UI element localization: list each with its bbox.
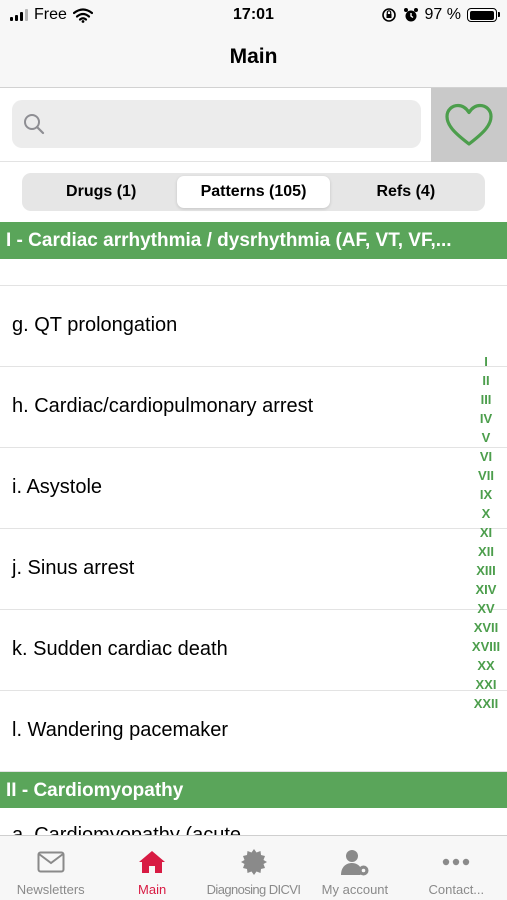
index-letter[interactable]: III	[481, 390, 492, 409]
tab-bar: Newsletters Main Diagnosing DICVI My acc…	[0, 835, 507, 900]
index-letter[interactable]: X	[482, 504, 491, 523]
index-letter[interactable]: XX	[477, 656, 494, 675]
tab-label: My account	[321, 882, 389, 897]
navigation-bar: Main	[0, 30, 507, 88]
search-row	[0, 88, 507, 162]
index-letter[interactable]: XV	[477, 599, 494, 618]
section-index[interactable]: I II III IV V VI VII IX X XI XII XIII XIV XV XVII XVIII…	[466, 352, 506, 713]
favorites-button[interactable]	[431, 88, 507, 162]
home-icon	[139, 851, 166, 873]
status-bar: Free 17:01 97 %	[0, 0, 507, 30]
list-item-label: a. Cardiomyopathy (acute...	[12, 824, 258, 835]
segment-bar: Drugs (1) Patterns (105) Refs (4)	[0, 162, 507, 222]
page-title: Main	[229, 45, 278, 68]
search-input[interactable]	[56, 100, 416, 148]
list-item-label: l. Wandering pacemaker	[12, 719, 229, 741]
user-settings-icon	[340, 850, 369, 876]
list-item-sinus-arrest[interactable]: j. Sinus arrest	[0, 529, 507, 610]
more-dots-icon	[443, 858, 470, 866]
list-item-partial[interactable]: a. Cardiomyopathy (acute...	[0, 808, 507, 835]
index-letter[interactable]: V	[482, 428, 491, 447]
segment-refs[interactable]: Refs (4)	[330, 176, 482, 208]
list-item-label: j. Sinus arrest	[12, 557, 135, 579]
search-box[interactable]	[12, 100, 421, 148]
tab-newsletters[interactable]: Newsletters	[0, 836, 101, 900]
heart-icon	[445, 103, 493, 146]
status-bar-right: 97 %	[381, 6, 500, 24]
battery-percent: 97 %	[424, 6, 461, 23]
battery-icon	[467, 8, 500, 22]
list-item-label: i. Asystole	[12, 476, 103, 498]
envelope-icon	[37, 851, 65, 873]
index-letter[interactable]: XIV	[476, 580, 497, 599]
index-letter[interactable]: XXI	[476, 675, 497, 694]
index-letter[interactable]: XVII	[474, 618, 499, 637]
index-letter[interactable]: VII	[478, 466, 494, 485]
tab-diagnosing-dicvi[interactable]: Diagnosing DICVI	[203, 836, 304, 900]
list-item-label: g. QT prolongation	[12, 314, 178, 336]
list-row-partial-top	[0, 259, 507, 286]
index-letter[interactable]: XXII	[474, 694, 499, 713]
tab-label: Newsletters	[16, 882, 85, 897]
index-letter[interactable]: II	[482, 371, 489, 390]
index-letter[interactable]: IV	[480, 409, 492, 428]
list-item-qt-prolongation[interactable]: g. QT prolongation	[0, 286, 507, 367]
section-header-cardiac-arrhythmia[interactable]: I - Cardiac arrhythmia / dysrhythmia (AF…	[0, 222, 507, 259]
index-letter[interactable]: I	[484, 352, 488, 371]
segmented-control: Drugs (1) Patterns (105) Refs (4)	[22, 173, 485, 211]
tab-label: Main	[138, 882, 167, 897]
tab-contact[interactable]: Contact...	[406, 836, 507, 900]
rotation-lock-icon	[381, 8, 396, 22]
badge-icon	[240, 849, 267, 875]
index-letter[interactable]: XIII	[476, 561, 496, 580]
list-item-cardiac-arrest[interactable]: h. Cardiac/cardiopulmonary arrest	[0, 367, 507, 448]
tab-my-account[interactable]: My account	[304, 836, 405, 900]
index-letter[interactable]: XI	[480, 523, 492, 542]
alarm-icon	[403, 8, 418, 22]
tab-label: Contact...	[428, 882, 485, 897]
search-icon	[24, 114, 45, 135]
tab-label: Diagnosing DICVI	[206, 882, 301, 897]
index-letter[interactable]: VI	[480, 447, 492, 466]
index-letter[interactable]: IX	[480, 485, 492, 504]
list-item-label: k. Sudden cardiac death	[12, 638, 228, 660]
list-item-wandering-pacemaker[interactable]: l. Wandering pacemaker	[0, 691, 507, 772]
segment-patterns[interactable]: Patterns (105)	[177, 176, 330, 208]
section-header-cardiomyopathy[interactable]: II - Cardiomyopathy	[0, 772, 507, 809]
list-item-sudden-cardiac-death[interactable]: k. Sudden cardiac death	[0, 610, 507, 691]
tab-main[interactable]: Main	[101, 836, 202, 900]
index-letter[interactable]: XII	[478, 542, 494, 561]
list-item-asystole[interactable]: i. Asystole	[0, 448, 507, 529]
index-letter[interactable]: XVIII	[472, 637, 500, 656]
battery-fill	[469, 10, 494, 20]
list-item-label: h. Cardiac/cardiopulmonary arrest	[12, 395, 314, 417]
segment-drugs[interactable]: Drugs (1)	[25, 176, 177, 208]
